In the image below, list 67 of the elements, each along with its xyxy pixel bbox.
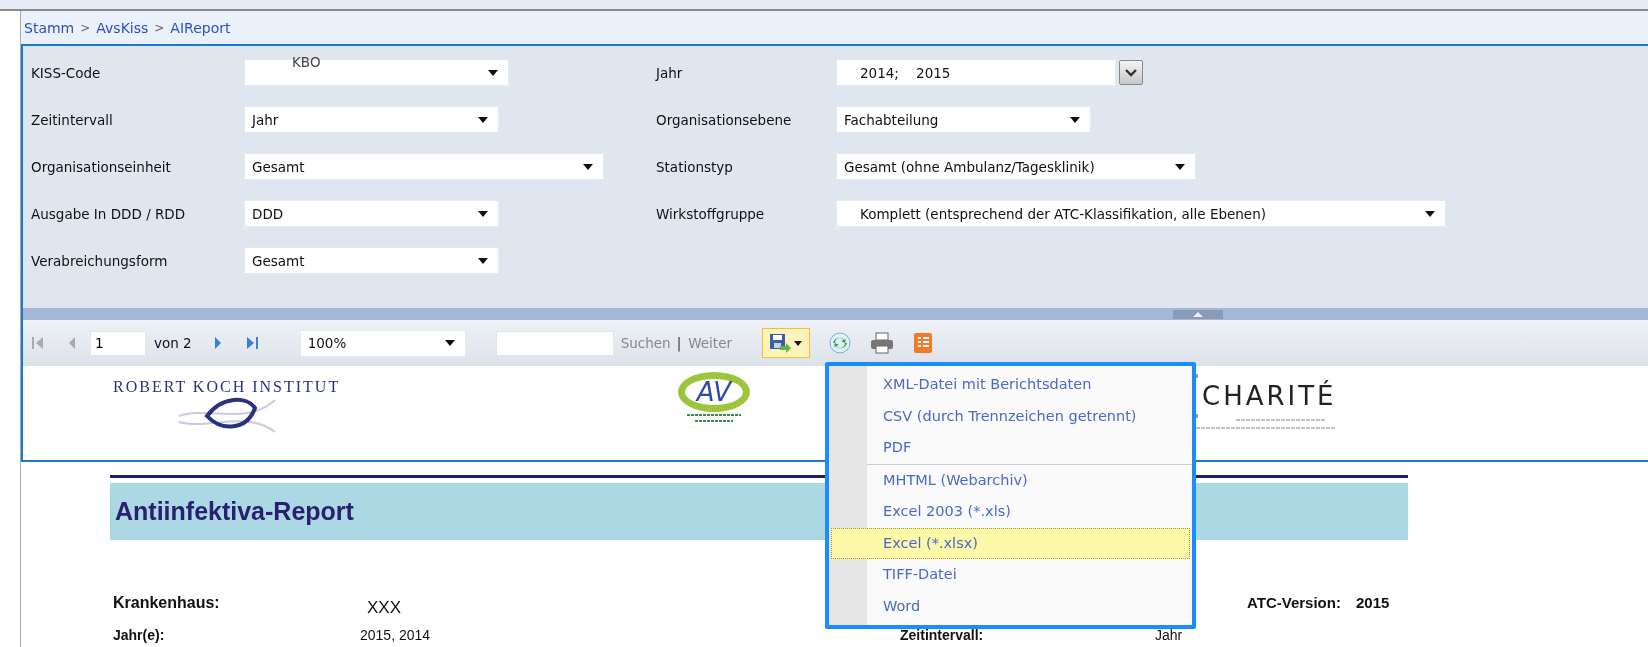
- refresh-icon[interactable]: [829, 332, 851, 354]
- parameter-label: Wirkstoffgruppe: [656, 205, 766, 222]
- parameter-label: Verabreichungsform: [31, 252, 169, 269]
- dropdown[interactable]: Jahr: [244, 106, 499, 133]
- caret-icon: [478, 116, 488, 123]
- field-value: 2015, 2014: [360, 627, 431, 643]
- parameter-label: Jahr: [656, 64, 684, 81]
- caret-icon: [794, 340, 803, 346]
- logo: AV: [678, 372, 750, 412]
- dropdown[interactable]: Komplett (entsprechend der ATC-Klassifikation, alle Ebenen): [836, 200, 1446, 227]
- page-count: von 2: [154, 335, 192, 351]
- print-icon[interactable]: [870, 332, 894, 354]
- field-label: Krankenhaus:: [113, 594, 220, 612]
- caret-icon: [1425, 210, 1435, 217]
- parameter-label: Zeitintervall: [31, 111, 114, 128]
- breadcrumb-separator: >: [80, 20, 91, 35]
- breadcrumb-link[interactable]: AIReport: [170, 19, 231, 36]
- search-field[interactable]: [495, 330, 614, 356]
- caret-icon: [583, 163, 593, 170]
- dropdown[interactable]: KBO: [244, 59, 509, 86]
- field-label: Jahr(e):: [113, 627, 165, 643]
- zoom-dropdown[interactable]: 100%: [299, 329, 466, 357]
- dropdown[interactable]: Fachabteilung: [836, 106, 1091, 133]
- parameter-label: Ausgabe In DDD / RDD: [31, 205, 187, 222]
- field-value: 2015: [1356, 594, 1390, 611]
- menu-item[interactable]: Word: [831, 590, 1190, 622]
- dropdown[interactable]: Gesamt: [244, 153, 604, 180]
- field-label: Zeitintervall:: [900, 627, 984, 643]
- parameter-label: Organisationsebene: [656, 111, 793, 128]
- menu-item[interactable]: Excel 2003 (*.xls): [831, 496, 1190, 528]
- save-icon: [769, 333, 792, 353]
- link-separator: |: [676, 335, 682, 351]
- report-title: Antiinfektiva-Report: [115, 497, 354, 526]
- menu-item[interactable]: Excel (*.xlsx): [831, 527, 1190, 559]
- page-number-field[interactable]: 1: [90, 330, 146, 356]
- caret-icon: [478, 257, 488, 264]
- caret-icon: [1175, 163, 1185, 170]
- field-label: ATC-Version:: [1247, 594, 1341, 611]
- dropdown[interactable]: Gesamt (ohne Ambulanz/Tagesklinik): [836, 153, 1196, 180]
- multiselect-field[interactable]: 2014; 2015: [836, 59, 1116, 86]
- field-value: XXX: [367, 598, 402, 618]
- breadcrumb-link[interactable]: AvsKiss: [96, 19, 149, 36]
- document-map-icon[interactable]: [913, 332, 933, 354]
- caret-icon: [478, 210, 488, 217]
- parameter-label: Organisationseinheit: [31, 158, 172, 175]
- menu-item[interactable]: XML-Datei mit Berichtsdaten: [831, 369, 1190, 401]
- menu-item[interactable]: CSV (durch Trennzeichen getrennt): [831, 400, 1190, 432]
- parameter-label: KISS-Code: [31, 64, 102, 81]
- parameter-label: Stationstyp: [656, 158, 734, 175]
- dropdown-button[interactable]: [1119, 60, 1143, 85]
- chevron-icon: [1125, 68, 1137, 77]
- caret-icon: [488, 69, 498, 76]
- caret-icon: [1070, 116, 1080, 123]
- logo-swoosh-icon: [176, 396, 277, 434]
- logo-text: CHARITÉ: [1202, 381, 1337, 411]
- menu-item[interactable]: MHTML (Webarchiv): [831, 464, 1190, 496]
- breadcrumb-link[interactable]: Stamm: [24, 19, 75, 36]
- logo-text: ROBERT KOCH INSTITUT: [113, 378, 341, 396]
- menu-item[interactable]: PDF: [831, 432, 1190, 464]
- breadcrumb-separator: >: [154, 20, 165, 35]
- collapse-handle[interactable]: [1173, 310, 1223, 319]
- dropdown[interactable]: DDD: [244, 200, 499, 227]
- menu-item[interactable]: TIFF-Datei: [831, 559, 1190, 591]
- export-button[interactable]: [762, 328, 810, 358]
- dropdown[interactable]: Gesamt: [244, 247, 499, 274]
- field-value: Jahr: [1155, 627, 1183, 643]
- caret-icon: [444, 340, 455, 346]
